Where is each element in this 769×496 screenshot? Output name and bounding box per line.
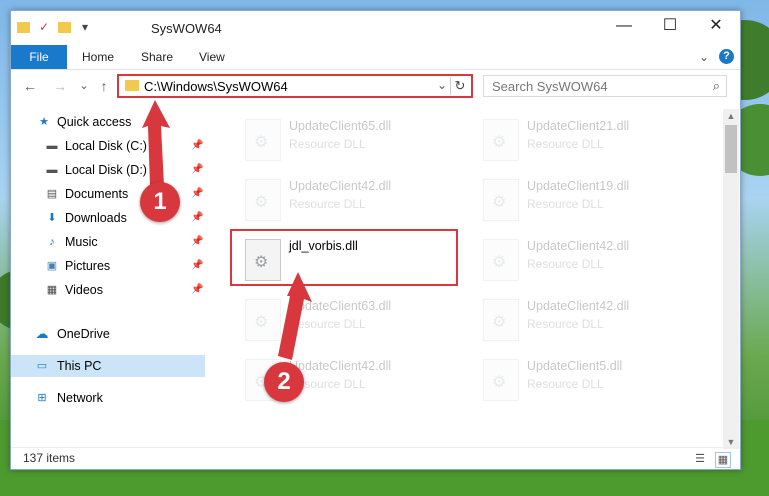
step-marker-1: 1 [140, 182, 180, 222]
annotation-arrows [142, 100, 312, 360]
step-marker-2: 2 [264, 362, 304, 402]
